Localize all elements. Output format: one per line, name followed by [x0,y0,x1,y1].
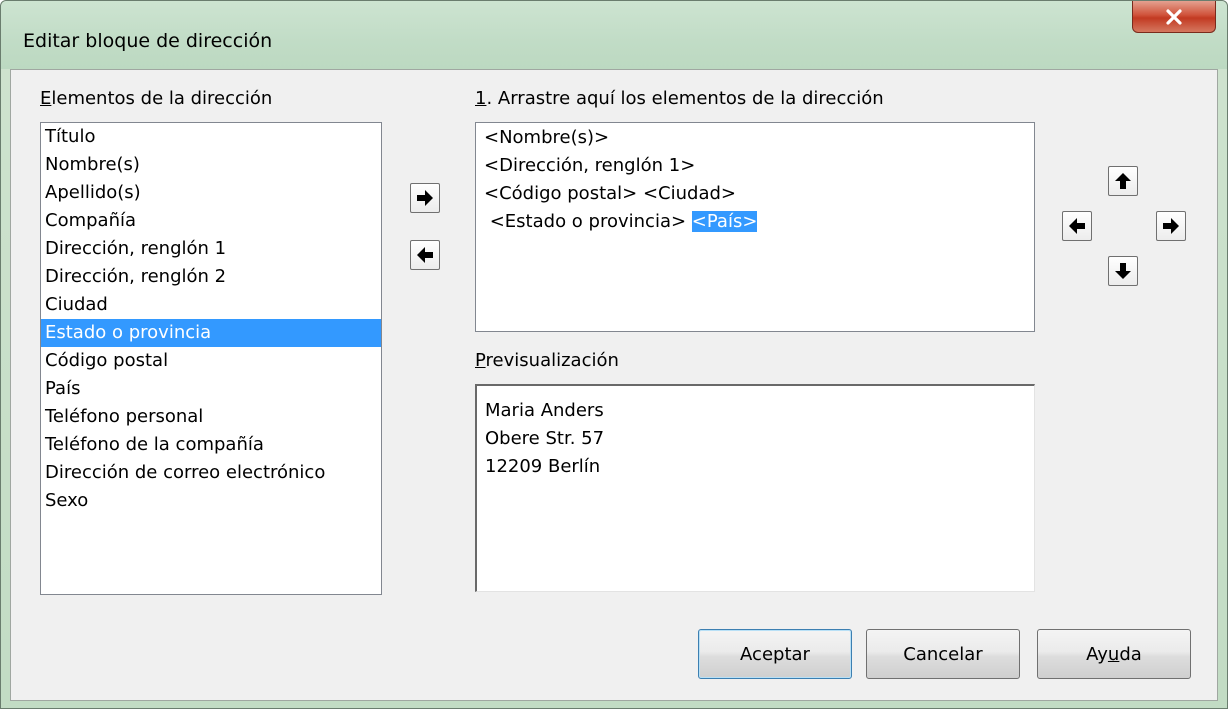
list-item-pais[interactable]: País [41,375,381,403]
list-item-codigo-postal[interactable]: Código postal [41,347,381,375]
list-item-correo[interactable]: Dirección de correo electrónico [41,459,381,487]
ok-button[interactable]: Aceptar [698,629,852,679]
preview-line-3: 12209 Berlín [485,456,601,477]
close-icon [1166,8,1182,25]
move-up-button[interactable] [1108,166,1138,196]
close-button[interactable] [1132,1,1216,33]
list-item-sexo[interactable]: Sexo [41,487,381,515]
cancel-button[interactable]: Cancelar [866,629,1020,679]
editor-line-1[interactable]: <Nombre(s)> [484,127,609,148]
list-item-nombres[interactable]: Nombre(s) [41,151,381,179]
move-right-button[interactable] [1156,211,1186,241]
title-bar: Editar bloque de dirección [1,1,1227,69]
arrow-up-icon [1115,173,1131,189]
arrow-left-icon [1069,218,1085,234]
list-item-ciudad[interactable]: Ciudad [41,291,381,319]
arrow-right-icon [417,190,433,206]
add-element-button[interactable] [410,183,440,213]
address-elements-label: Elementos de la dirección [40,88,273,109]
help-button[interactable]: Ay u da [1037,629,1191,679]
remove-element-button[interactable] [410,240,440,270]
editor-line-4[interactable]: <Estado o provincia> <País> [484,211,758,232]
drag-area-label: 1. Arrastre aquí los elementos de la dir… [475,88,884,109]
list-item-titulo[interactable]: Título [41,123,381,151]
preview-line-1: Maria Anders [485,400,604,421]
list-item-direccion-2[interactable]: Dirección, renglón 2 [41,263,381,291]
list-item-telefono-compania[interactable]: Teléfono de la compañía [41,431,381,459]
dialog-window: Editar bloque de dirección Elementos de … [0,0,1228,709]
list-item-direccion-1[interactable]: Dirección, renglón 1 [41,235,381,263]
editor-field-estado[interactable]: <Estado o provincia> [484,211,692,232]
preview-label: Previsualización [475,350,619,371]
dialog-title: Editar bloque de dirección [23,30,273,52]
arrow-left-icon [417,247,433,263]
list-item-telefono-personal[interactable]: Teléfono personal [41,403,381,431]
address-preview: Maria Anders Obere Str. 57 12209 Berlín [475,384,1035,592]
address-block-editor[interactable]: <Nombre(s)> <Dirección, renglón 1> <Códi… [475,122,1035,332]
move-left-button[interactable] [1062,211,1092,241]
address-elements-list[interactable]: Título Nombre(s) Apellido(s) Compañía Di… [40,122,382,595]
list-item-estado-selected[interactable]: Estado o provincia [41,319,381,347]
editor-field-pais-selected[interactable]: <País> [691,211,758,232]
dialog-content: Elementos de la dirección Título Nombre(… [10,69,1218,701]
arrow-right-icon [1163,218,1179,234]
list-item-compania[interactable]: Compañía [41,207,381,235]
arrow-down-icon [1115,263,1131,279]
editor-line-3[interactable]: <Código postal> <Ciudad> [484,183,736,204]
move-down-button[interactable] [1108,256,1138,286]
list-item-apellidos[interactable]: Apellido(s) [41,179,381,207]
editor-line-2[interactable]: <Dirección, renglón 1> [484,155,695,176]
preview-line-2: Obere Str. 57 [485,428,605,449]
